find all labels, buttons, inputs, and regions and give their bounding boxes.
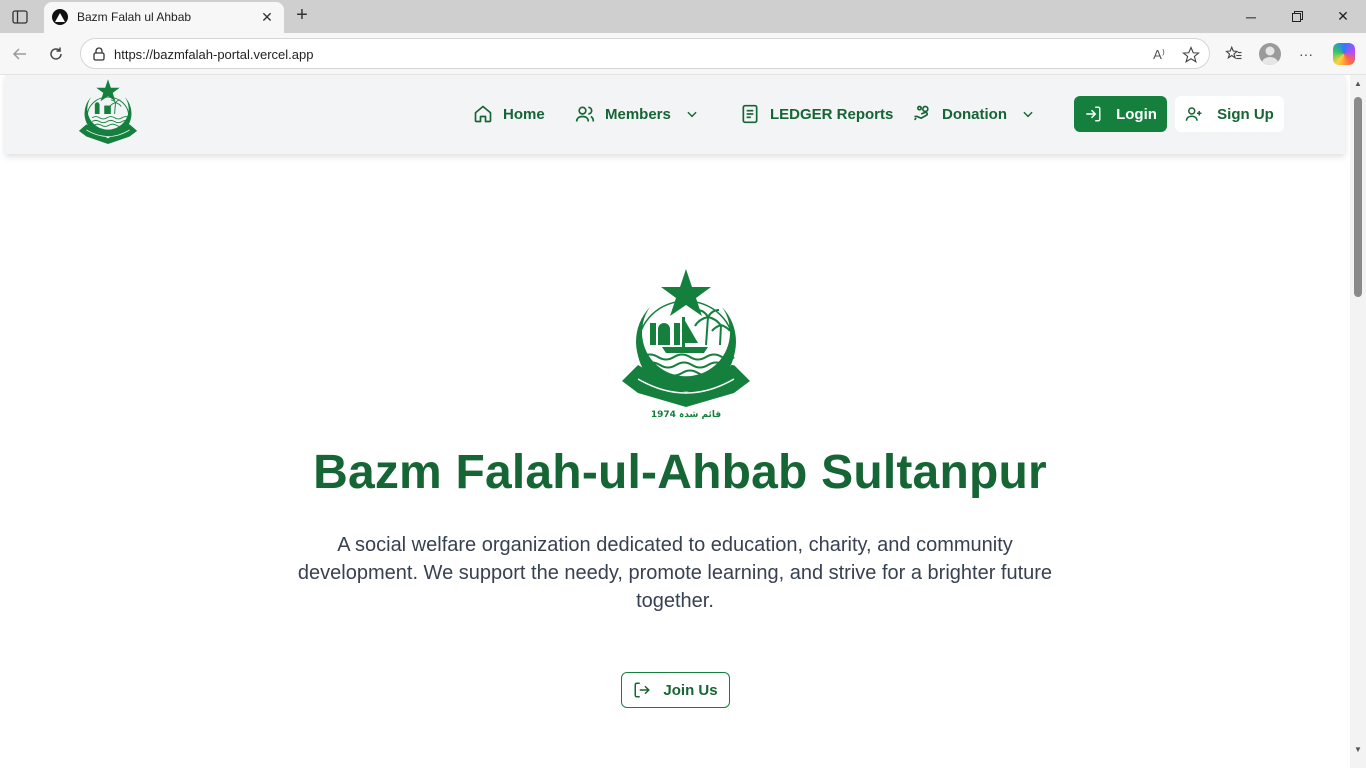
nav-members[interactable]: Members xyxy=(575,103,699,125)
browser-tab-active[interactable]: Bazm Falah ul Ahbab ✕ xyxy=(44,2,284,33)
hand-coins-icon xyxy=(913,105,929,121)
tab-close-icon[interactable]: ✕ xyxy=(258,8,276,26)
read-aloud-label: A⁾ xyxy=(1153,47,1165,62)
page-viewport: Home Members LEDGER Reports Donation Log… xyxy=(0,75,1366,768)
restore-window-icon[interactable] xyxy=(1274,0,1320,33)
header-logo[interactable] xyxy=(77,78,139,150)
site-favicon-icon xyxy=(52,9,68,25)
nav-donation-label: Donation xyxy=(942,105,1007,123)
nav-home[interactable]: Home xyxy=(473,103,545,125)
url-text: https://bazmfalah-portal.vercel.app xyxy=(114,47,314,62)
site-header: Home Members LEDGER Reports Donation Log… xyxy=(5,75,1345,154)
logout-arrow-icon xyxy=(634,682,651,698)
back-icon[interactable] xyxy=(8,42,32,66)
signup-button[interactable]: Sign Up xyxy=(1175,96,1284,132)
tab-title: Bazm Falah ul Ahbab xyxy=(77,10,192,24)
login-icon xyxy=(1086,106,1101,122)
more-options-icon[interactable]: ··· xyxy=(1294,42,1318,66)
tab-actions-icon[interactable] xyxy=(8,6,32,28)
join-us-label: Join Us xyxy=(663,681,718,699)
site-info-icon[interactable] xyxy=(91,46,107,62)
nav-ledger-reports-label: LEDGER Reports xyxy=(770,105,894,123)
nav-home-label: Home xyxy=(503,105,545,123)
users-icon xyxy=(575,106,595,122)
copilot-icon[interactable] xyxy=(1333,43,1355,65)
browser-tab-bar: Bazm Falah ul Ahbab ✕ + ─ ✕ xyxy=(0,0,1366,33)
profile-avatar-icon[interactable] xyxy=(1259,43,1281,65)
user-plus-icon xyxy=(1185,107,1202,121)
scroll-down-icon[interactable]: ▼ xyxy=(1354,745,1362,754)
login-label: Login xyxy=(1116,105,1157,123)
nav-donation[interactable]: Donation xyxy=(912,103,1035,125)
scrollbar-thumb[interactable] xyxy=(1354,97,1362,297)
join-us-button[interactable]: Join Us xyxy=(621,672,730,708)
hero-description: A social welfare organization dedicated … xyxy=(297,534,1053,612)
signup-label: Sign Up xyxy=(1217,105,1274,123)
hero-logo: 1974 قائم شدہ xyxy=(620,267,752,420)
scroll-up-icon[interactable]: ▲ xyxy=(1354,79,1362,88)
hero-title: Bazm Falah-ul-Ahbab Sultanpur xyxy=(313,446,1047,499)
nav-members-label: Members xyxy=(605,105,671,123)
address-bar[interactable]: https://bazmfalah-portal.vercel.app A⁾ xyxy=(80,38,1210,69)
login-button[interactable]: Login xyxy=(1074,96,1167,132)
home-icon xyxy=(474,105,492,123)
read-aloud-icon[interactable]: A⁾ xyxy=(1149,45,1169,65)
close-window-icon[interactable]: ✕ xyxy=(1320,0,1366,33)
page-scrollbar[interactable]: ▲ ▼ xyxy=(1350,75,1366,768)
chevron-down-icon xyxy=(687,111,697,118)
minimize-window-icon[interactable]: ─ xyxy=(1228,0,1274,33)
browser-toolbar: https://bazmfalah-portal.vercel.app A⁾ ·… xyxy=(0,33,1366,75)
favorites-icon[interactable] xyxy=(1222,42,1246,66)
new-tab-icon[interactable]: + xyxy=(291,5,313,27)
logo-founded-text: 1974 قائم شدہ xyxy=(651,410,721,419)
chevron-down-icon xyxy=(1023,111,1033,118)
favorite-star-icon[interactable] xyxy=(1181,45,1201,65)
refresh-icon[interactable] xyxy=(44,42,68,66)
nav-ledger-reports[interactable]: LEDGER Reports xyxy=(740,103,893,125)
report-icon xyxy=(742,104,758,124)
